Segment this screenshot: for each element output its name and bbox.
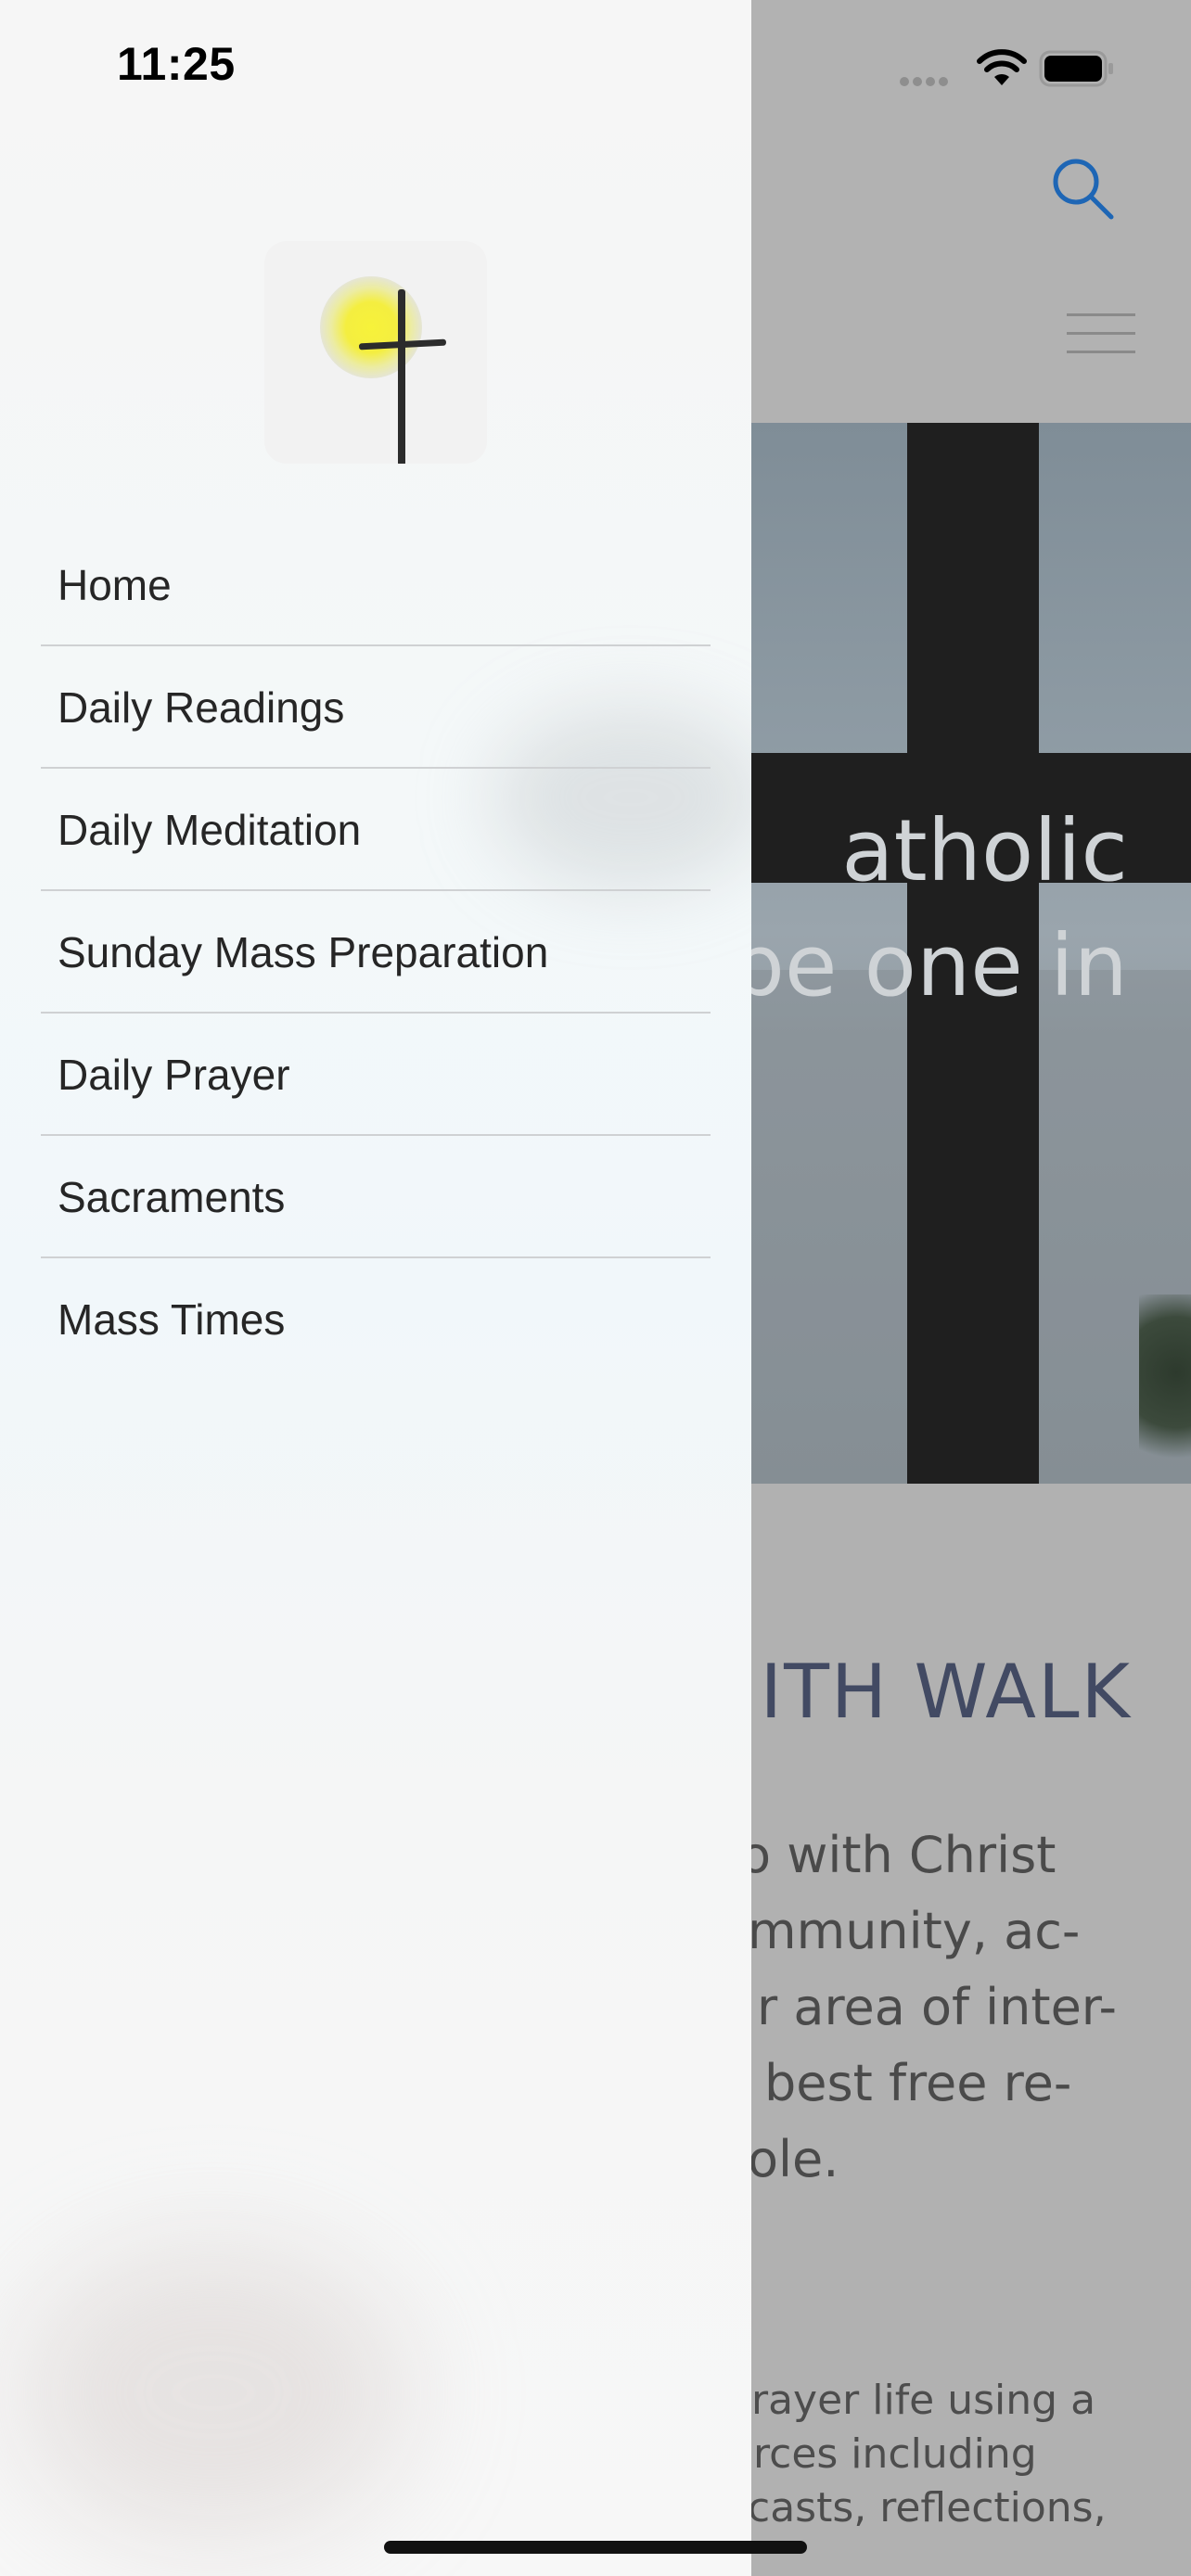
logo-cross-vertical xyxy=(398,289,405,464)
menu-item-sacraments[interactable]: Sacraments xyxy=(41,1136,711,1258)
menu-item-daily-prayer[interactable]: Daily Prayer xyxy=(41,1014,711,1136)
logo-sun xyxy=(320,276,422,378)
hamburger-menu-icon[interactable] xyxy=(1067,313,1135,358)
prayer-body-line: casts, reflections, xyxy=(748,2484,1107,2531)
drawer-menu: Home Daily Readings Daily Meditation Sun… xyxy=(41,524,711,1381)
search-icon[interactable] xyxy=(1050,156,1117,223)
home-indicator[interactable] xyxy=(384,2541,807,2554)
prayer-body-line: rayer life using a xyxy=(751,2377,1096,2424)
battery-icon xyxy=(1039,50,1113,87)
section-body-line: ole. xyxy=(748,2130,839,2188)
side-drawer: 11:25 Home Daily Readings Daily Meditati… xyxy=(0,0,751,2576)
section-body-line: r area of inter- xyxy=(757,1978,1118,2036)
section-body-line: mmunity, ac- xyxy=(748,1902,1081,1960)
section-body-line: o with Christ xyxy=(740,1826,1057,1884)
section-body-line: best free re- xyxy=(764,2054,1072,2112)
menu-item-home[interactable]: Home xyxy=(41,524,711,646)
status-indicators xyxy=(900,45,1122,91)
menu-item-daily-meditation[interactable]: Daily Meditation xyxy=(41,769,711,891)
menu-item-sunday-mass-preparation[interactable]: Sunday Mass Preparation xyxy=(41,891,711,1014)
wifi-icon xyxy=(977,49,1027,85)
prayer-body-line: rces including xyxy=(753,2430,1037,2478)
menu-item-mass-times[interactable]: Mass Times xyxy=(41,1258,711,1381)
signal-icon xyxy=(900,74,952,91)
hero-tree xyxy=(1139,1294,1191,1484)
drawer-shade-bottom xyxy=(19,2244,408,2541)
menu-item-daily-readings[interactable]: Daily Readings xyxy=(41,646,711,769)
app-logo xyxy=(264,241,487,464)
status-time: 11:25 xyxy=(117,38,236,90)
